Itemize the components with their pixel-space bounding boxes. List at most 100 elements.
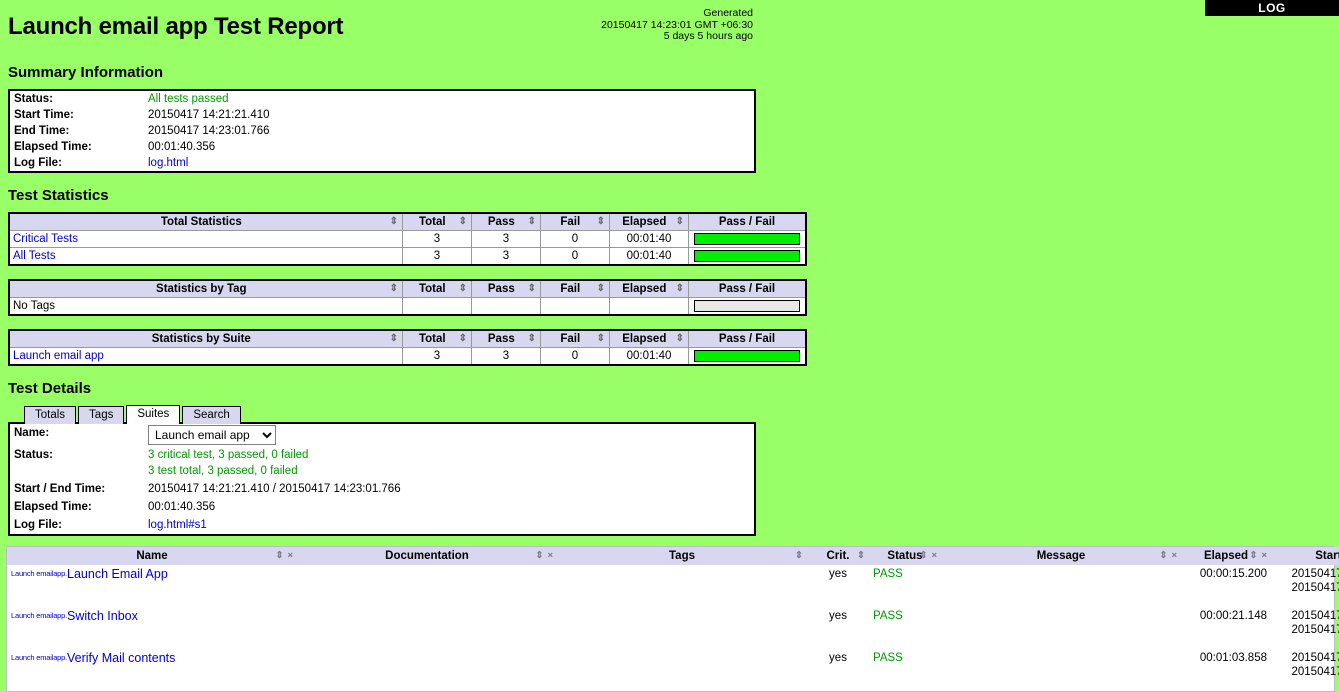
table-row: Critical Tests 3 3 0 00:01:40 bbox=[8, 230, 807, 248]
th-label: Pass / Fail bbox=[718, 333, 776, 345]
suite-details-panel: Name: Launch email app Status: 3 critica… bbox=[8, 422, 756, 536]
stat-link-critical-tests[interactable]: Critical Tests bbox=[13, 233, 78, 245]
th-status[interactable]: Status ⇕ × bbox=[869, 547, 941, 565]
table-header-row: Statistics by Tag ⇕ Total ⇕ Pass ⇕ Fail … bbox=[8, 279, 807, 298]
status-badge: PASS bbox=[873, 568, 903, 580]
start-time: 20150417 14:21:21.558 bbox=[1291, 568, 1339, 580]
sort-icon[interactable]: ⇕ bbox=[275, 550, 283, 561]
tab-search[interactable]: Search bbox=[182, 406, 241, 424]
suite-statistics-head: Statistics by Suite ⇕ Total ⇕ Pass ⇕ Fai… bbox=[8, 329, 807, 348]
test-name-link[interactable]: Launch Email App bbox=[67, 567, 168, 581]
th-fail[interactable]: Fail ⇕ bbox=[540, 212, 610, 231]
th-label: Pass bbox=[487, 216, 515, 228]
sort-icon[interactable]: ⇕ bbox=[528, 281, 536, 297]
th-pass-fail: Pass / Fail bbox=[688, 212, 807, 231]
th-elapsed[interactable]: Elapsed ⇕ bbox=[609, 279, 689, 298]
summary-value-end-time: 20150417 14:23:01.766 bbox=[148, 125, 270, 137]
th-fail[interactable]: Fail ⇕ bbox=[540, 279, 610, 298]
th-elapsed[interactable]: Elapsed ⇕ bbox=[609, 212, 689, 231]
sort-icon[interactable]: ⇕ bbox=[597, 281, 605, 297]
test-name-link[interactable]: Switch Inbox bbox=[67, 609, 138, 623]
sort-icon[interactable]: ⇕ bbox=[1249, 550, 1257, 561]
th-fail[interactable]: Fail ⇕ bbox=[540, 329, 610, 348]
th-message[interactable]: Message ⇕ × bbox=[941, 547, 1181, 565]
th-start-end[interactable]: Start / End⇕ bbox=[1271, 547, 1339, 565]
log-file-link[interactable]: log.html bbox=[148, 157, 188, 169]
th-elapsed[interactable]: Elapsed ⇕ × bbox=[1181, 547, 1271, 565]
cell-message bbox=[941, 607, 1181, 649]
th-tags[interactable]: Tags ⇕ bbox=[557, 547, 807, 565]
th-label: Elapsed bbox=[1203, 550, 1249, 562]
stat-total bbox=[402, 297, 472, 316]
sort-icon[interactable]: ⇕ bbox=[390, 281, 398, 297]
th-statistics-by-tag[interactable]: Statistics by Tag ⇕ bbox=[8, 279, 403, 298]
th-total[interactable]: Total ⇕ bbox=[402, 329, 472, 348]
details-log-file-link[interactable]: log.html#s1 bbox=[148, 519, 207, 531]
sort-icon[interactable]: ⇕ bbox=[857, 550, 865, 561]
th-documentation[interactable]: Documentation ⇕ × bbox=[297, 547, 557, 565]
th-statistics-by-suite[interactable]: Statistics by Suite ⇕ bbox=[8, 329, 403, 348]
tab-totals[interactable]: Totals bbox=[24, 406, 77, 424]
close-icon[interactable]: × bbox=[1261, 550, 1267, 561]
sort-icon[interactable]: ⇕ bbox=[390, 214, 398, 230]
sort-icon[interactable]: ⇕ bbox=[597, 214, 605, 230]
summary-value-log-file: log.html bbox=[144, 155, 755, 172]
table-row: No Tags bbox=[8, 297, 807, 316]
status-total-failed: 0 failed bbox=[260, 465, 298, 477]
sort-icon[interactable]: ⇕ bbox=[535, 550, 543, 561]
table-row: Launch email app 3 3 0 00:01:40 bbox=[8, 347, 807, 366]
suite-details-body: Name: Launch email app Status: 3 critica… bbox=[9, 423, 755, 535]
stat-link-all-tests[interactable]: All Tests bbox=[13, 250, 56, 262]
th-label: Fail bbox=[560, 216, 581, 228]
th-total[interactable]: Total ⇕ bbox=[402, 279, 472, 298]
sort-icon[interactable]: ⇕ bbox=[597, 331, 605, 347]
close-icon[interactable]: × bbox=[931, 550, 937, 561]
test-results-panel: Name ⇕ × Documentation ⇕ × Tags ⇕ Crit. ⇕ Stat… bbox=[6, 546, 1339, 692]
stat-pass: 3 bbox=[471, 247, 541, 266]
summary-label-elapsed-time: Elapsed Time: bbox=[14, 141, 92, 153]
th-pass[interactable]: Pass ⇕ bbox=[471, 329, 541, 348]
stat-pass-fail-bar bbox=[688, 297, 807, 316]
th-name[interactable]: Name ⇕ × bbox=[7, 547, 297, 565]
th-label: Statistics by Suite bbox=[151, 333, 251, 345]
sort-icon[interactable]: ⇕ bbox=[459, 331, 467, 347]
suite-select[interactable]: Launch email app bbox=[148, 425, 276, 445]
th-icon-group: ⇕ × bbox=[275, 547, 293, 565]
sort-icon[interactable]: ⇕ bbox=[459, 214, 467, 230]
test-name-link[interactable]: Verify Mail contents bbox=[67, 651, 175, 665]
tab-suites[interactable]: Suites bbox=[126, 405, 181, 424]
th-total-statistics[interactable]: Total Statistics ⇕ bbox=[8, 212, 403, 231]
close-icon[interactable]: × bbox=[287, 550, 293, 561]
test-results-head: Name ⇕ × Documentation ⇕ × Tags ⇕ Crit. ⇕ Stat… bbox=[7, 547, 1339, 565]
tab-tags[interactable]: Tags bbox=[78, 406, 125, 424]
sort-icon[interactable]: ⇕ bbox=[676, 331, 684, 347]
sort-icon[interactable]: ⇕ bbox=[676, 281, 684, 297]
close-icon[interactable]: × bbox=[1171, 550, 1177, 561]
sort-icon[interactable]: ⇕ bbox=[528, 331, 536, 347]
stat-link-launch-email-app[interactable]: Launch email app bbox=[13, 350, 104, 362]
end-time: 20150417 14:21:36.758 bbox=[1291, 582, 1339, 594]
table-row: Launch emailapp.Switch Inbox yes PASS 00… bbox=[7, 607, 1339, 649]
th-crit[interactable]: Crit. ⇕ bbox=[807, 547, 869, 565]
sort-icon[interactable]: ⇕ bbox=[919, 550, 927, 561]
th-label: Crit. bbox=[826, 550, 850, 562]
close-icon[interactable]: × bbox=[547, 550, 553, 561]
th-total[interactable]: Total ⇕ bbox=[402, 212, 472, 231]
summary-table: Status: All tests passed Start Time: 201… bbox=[8, 89, 756, 173]
sort-icon[interactable]: ⇕ bbox=[390, 331, 398, 347]
th-icon-group: ⇕ × bbox=[1159, 547, 1177, 565]
stat-fail bbox=[540, 297, 610, 316]
th-label: Pass bbox=[487, 333, 515, 345]
sort-icon[interactable]: ⇕ bbox=[795, 550, 803, 561]
sort-icon[interactable]: ⇕ bbox=[459, 281, 467, 297]
suite-prefix-label: Launch emailapp. bbox=[11, 611, 68, 620]
cell-tags bbox=[557, 649, 807, 691]
sort-icon[interactable]: ⇕ bbox=[1159, 550, 1167, 561]
th-pass[interactable]: Pass ⇕ bbox=[471, 279, 541, 298]
th-label: Total bbox=[418, 333, 446, 345]
th-pass[interactable]: Pass ⇕ bbox=[471, 212, 541, 231]
cell-tags bbox=[557, 607, 807, 649]
sort-icon[interactable]: ⇕ bbox=[676, 214, 684, 230]
sort-icon[interactable]: ⇕ bbox=[528, 214, 536, 230]
th-elapsed[interactable]: Elapsed ⇕ bbox=[609, 329, 689, 348]
